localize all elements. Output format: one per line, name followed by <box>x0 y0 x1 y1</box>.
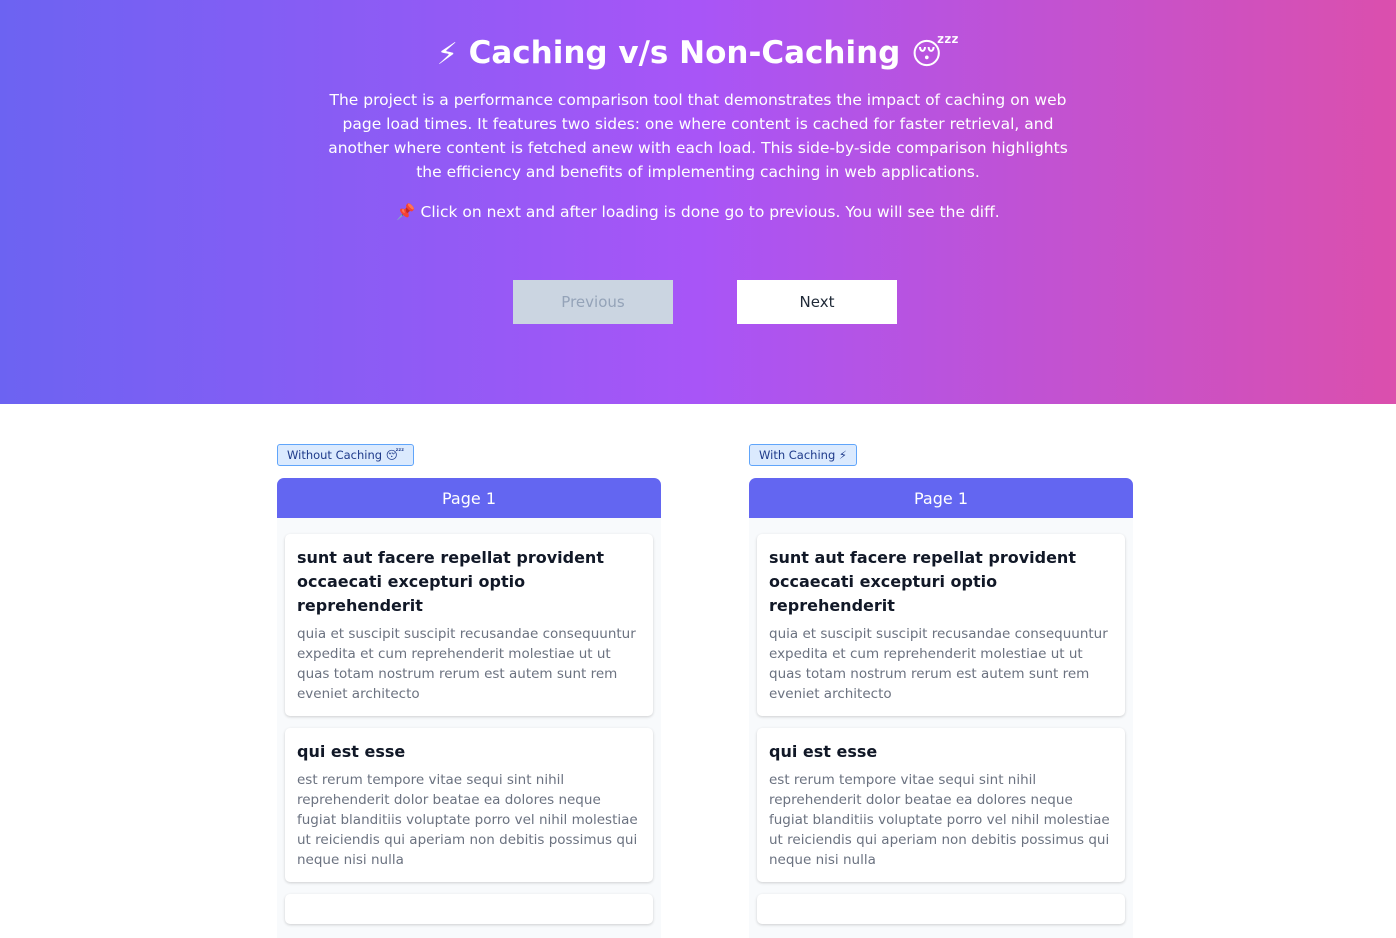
post-body: quia et suscipit suscipit recusandae con… <box>297 626 636 702</box>
lightning-icon: ⚡ <box>436 36 458 72</box>
hero-banner: ⚡ Caching v/s Non-Caching 😴 The project … <box>0 0 1396 404</box>
without-caching-tag: Without Caching 😴 <box>277 444 415 466</box>
post-title: qui est esse <box>297 742 406 761</box>
page-title: ⚡ Caching v/s Non-Caching 😴 <box>0 30 1396 78</box>
project-description: The project is a performance comparison … <box>328 91 1068 181</box>
page-indicator: Page 1 <box>749 478 1133 518</box>
post-card: sunt aut facere repellat provident occae… <box>757 534 1125 716</box>
post-body: est rerum tempore vitae sequi sint nihil… <box>769 772 1110 868</box>
with-caching-column: With Caching ⚡ Page 1 sunt aut facere re… <box>749 444 1133 938</box>
post-list: sunt aut facere repellat provident occae… <box>749 518 1133 938</box>
post-card: qui est esse est rerum tempore vitae seq… <box>285 728 653 882</box>
page-title-text: Caching v/s Non-Caching <box>468 35 901 71</box>
previous-button[interactable]: Previous <box>513 280 673 324</box>
usage-hint: 📌 Click on next and after loading is don… <box>0 200 1396 224</box>
post-body: est rerum tempore vitae sequi sint nihil… <box>297 772 638 868</box>
post-card: qui est esse est rerum tempore vitae seq… <box>757 728 1125 882</box>
page-indicator: Page 1 <box>277 478 661 518</box>
post-list: sunt aut facere repellat provident occae… <box>277 518 661 938</box>
pushpin-icon: 📌 <box>396 203 416 221</box>
post-title: sunt aut facere repellat provident occae… <box>769 548 1076 615</box>
post-card-partial <box>757 894 1125 924</box>
usage-hint-text: Click on next and after loading is done … <box>420 203 1000 221</box>
post-body: quia et suscipit suscipit recusandae con… <box>769 626 1108 702</box>
post-title: sunt aut facere repellat provident occae… <box>297 548 604 615</box>
next-button[interactable]: Next <box>737 280 897 324</box>
post-card: sunt aut facere repellat provident occae… <box>285 534 653 716</box>
post-card-partial <box>285 894 653 924</box>
with-caching-tag: With Caching ⚡ <box>749 444 857 466</box>
sleeping-face-icon: 😴 <box>911 36 960 72</box>
without-caching-column: Without Caching 😴 Page 1 sunt aut facere… <box>277 444 661 938</box>
post-title: qui est esse <box>769 742 878 761</box>
